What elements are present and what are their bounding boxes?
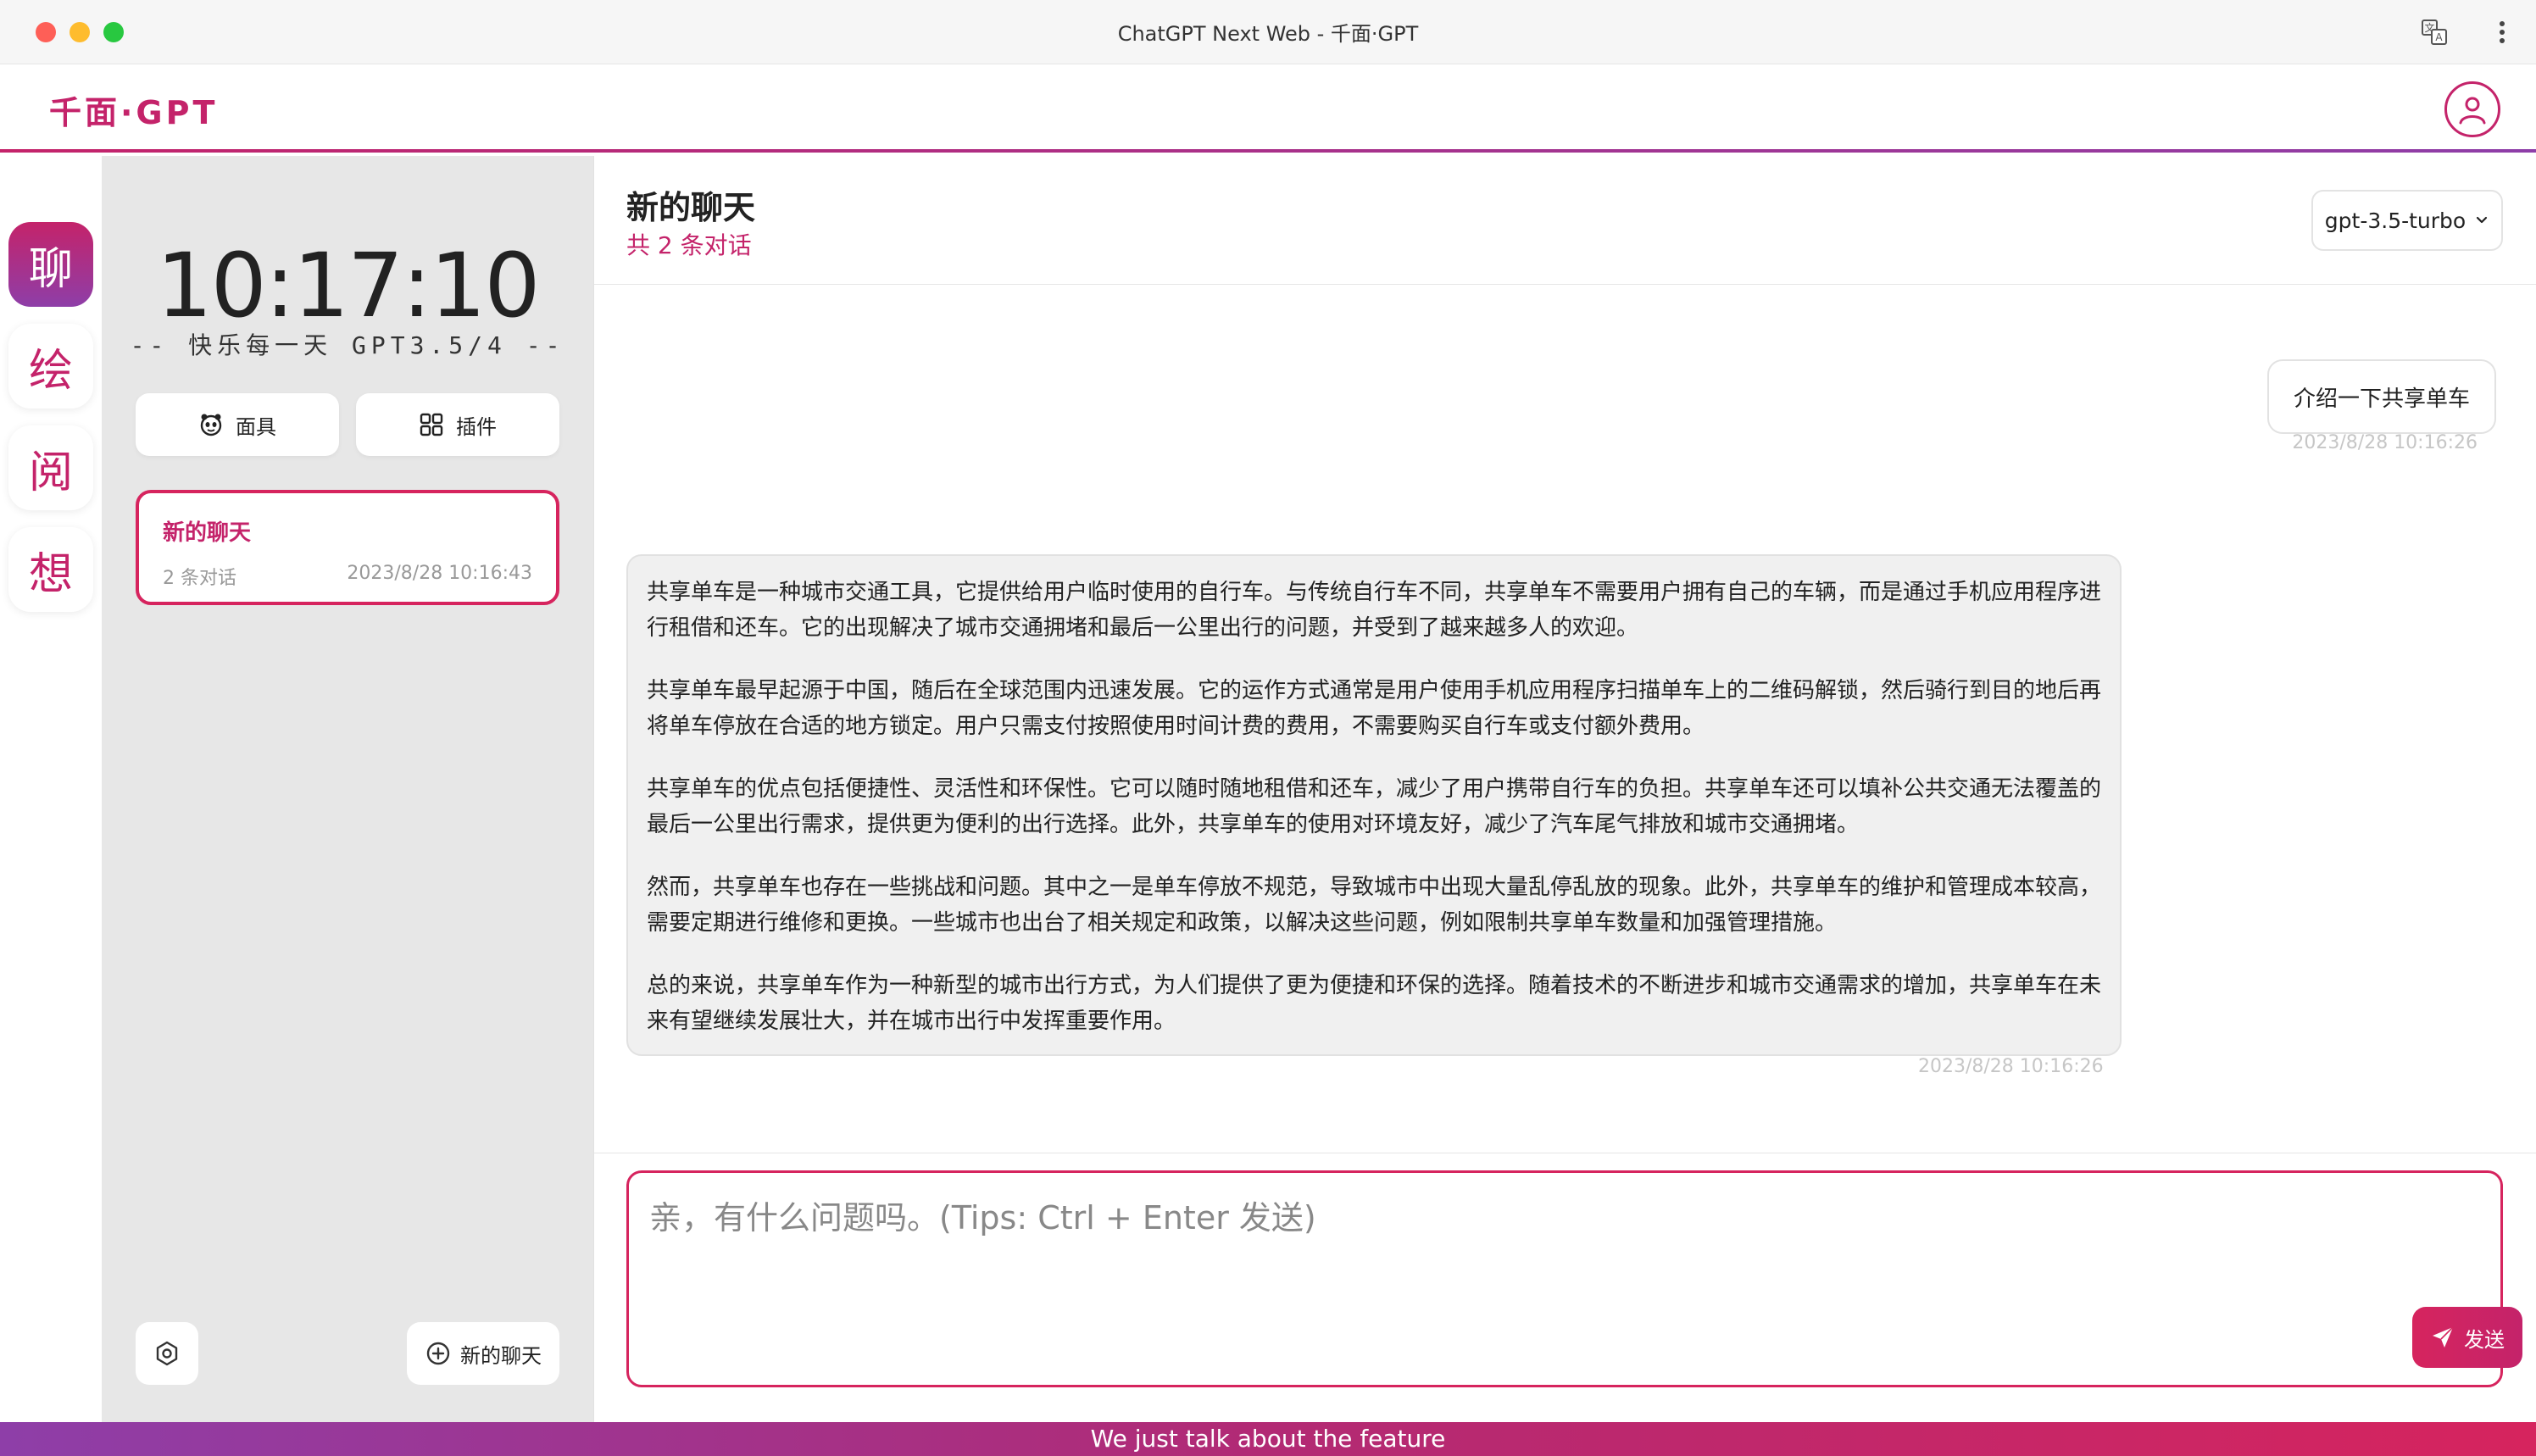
plugin-label: 插件 xyxy=(456,414,497,439)
chat-header: 新的聊天 共 2 条对话 gpt-3.5-turbo xyxy=(594,156,2536,285)
mode-think-button[interactable]: 想 xyxy=(8,527,93,612)
assistant-message-time: 2023/8/28 10:16:26 xyxy=(1918,1056,2104,1077)
mask-button[interactable]: 面具 xyxy=(136,393,339,456)
send-label: 发送 xyxy=(2464,1327,2505,1352)
plus-circle-icon xyxy=(426,1342,450,1365)
window-title: ChatGPT Next Web - 千面·GPT xyxy=(1117,22,1419,46)
chat-list-item[interactable]: 新的聊天 2 条对话 2023/8/28 10:16:43 xyxy=(136,490,559,605)
input-area: 发送 xyxy=(594,1153,2536,1422)
message-list[interactable]: 介绍一下共享单车 2023/8/28 10:16:26 共享单车是一种城市交通工… xyxy=(594,285,2536,1153)
chat-item-title: 新的聊天 xyxy=(163,520,252,546)
assistant-paragraph: 总的来说，共享单车作为一种新型的城市出行方式，为人们提供了更为便捷和环保的选择。… xyxy=(647,973,2102,1034)
more-vertical-icon[interactable] xyxy=(2495,17,2509,47)
chat-item-time: 2023/8/28 10:16:43 xyxy=(347,563,532,584)
sidebar: 10:17:10 -- 快乐每一天 GPT3.5/4 -- 面具 插件 新的聊天… xyxy=(102,156,593,1422)
prompt-input[interactable] xyxy=(649,1192,2429,1327)
assistant-paragraph: 共享单车是一种城市交通工具，它提供给用户临时使用的自行车。与传统自行车不同，共享… xyxy=(647,580,2102,641)
chat-main: 新的聊天 共 2 条对话 gpt-3.5-turbo 介绍一下共享单车 2023… xyxy=(593,156,2536,1422)
model-select-value: gpt-3.5-turbo xyxy=(2324,208,2466,233)
send-icon xyxy=(2433,1326,2454,1348)
settings-button[interactable] xyxy=(136,1322,198,1385)
prompt-box: 发送 xyxy=(626,1170,2522,1387)
settings-icon xyxy=(156,1341,178,1366)
app-logo[interactable]: 千面·GPT xyxy=(49,86,218,133)
clock-subtitle: -- 快乐每一天 GPT3.5/4 -- xyxy=(130,331,565,359)
mask-icon xyxy=(200,414,222,436)
bottom-banner: We just talk about the feature xyxy=(0,1422,2536,1456)
user-message-time: 2023/8/28 10:16:26 xyxy=(2292,432,2478,453)
new-chat-label: 新的聊天 xyxy=(460,1343,542,1368)
send-button[interactable]: 发送 xyxy=(2412,1307,2522,1368)
assistant-paragraph: 共享单车的优点包括便捷性、灵活性和环保性。它可以随时随地租借和还车，减少了用户携… xyxy=(647,776,2102,837)
mode-rail: 聊 绘 阅 想 xyxy=(0,156,102,1422)
assistant-paragraph: 共享单车最早起源于中国，随后在全球范围内迅速发展。它的运作方式通常是用户使用手机… xyxy=(647,678,2102,739)
plugin-button[interactable]: 插件 xyxy=(356,393,559,456)
mode-draw-button[interactable]: 绘 xyxy=(8,324,93,408)
translate-icon[interactable]: 文 A xyxy=(2421,19,2448,46)
model-select[interactable]: gpt-3.5-turbo xyxy=(2311,190,2503,251)
mask-label: 面具 xyxy=(236,414,276,439)
mode-read-button[interactable]: 阅 xyxy=(8,425,93,510)
chevron-down-icon xyxy=(2477,216,2488,224)
chat-title[interactable]: 新的聊天 xyxy=(626,181,755,228)
chat-message-count: 共 2 条对话 xyxy=(626,231,752,259)
user-message[interactable]: 介绍一下共享单车 xyxy=(2267,359,2496,434)
new-chat-button[interactable]: 新的聊天 xyxy=(407,1322,559,1385)
user-account-button[interactable] xyxy=(2444,81,2500,137)
user-icon xyxy=(2459,97,2486,125)
clock: 10:17:10 xyxy=(156,234,540,337)
app-header: 千面·GPT xyxy=(0,64,2536,153)
svg-text:A: A xyxy=(2435,31,2443,43)
chat-item-count: 2 条对话 xyxy=(163,568,236,589)
plugin-grid-icon xyxy=(420,413,443,436)
window-titlebar: ChatGPT Next Web - 千面·GPT 文 A xyxy=(0,0,2536,64)
assistant-message[interactable]: 共享单车是一种城市交通工具，它提供给用户临时使用的自行车。与传统自行车不同，共享… xyxy=(626,554,2122,1056)
mode-chat-button[interactable]: 聊 xyxy=(8,222,93,307)
assistant-paragraph: 然而，共享单车也存在一些挑战和问题。其中之一是单车停放不规范，导致城市中出现大量… xyxy=(647,875,2102,936)
